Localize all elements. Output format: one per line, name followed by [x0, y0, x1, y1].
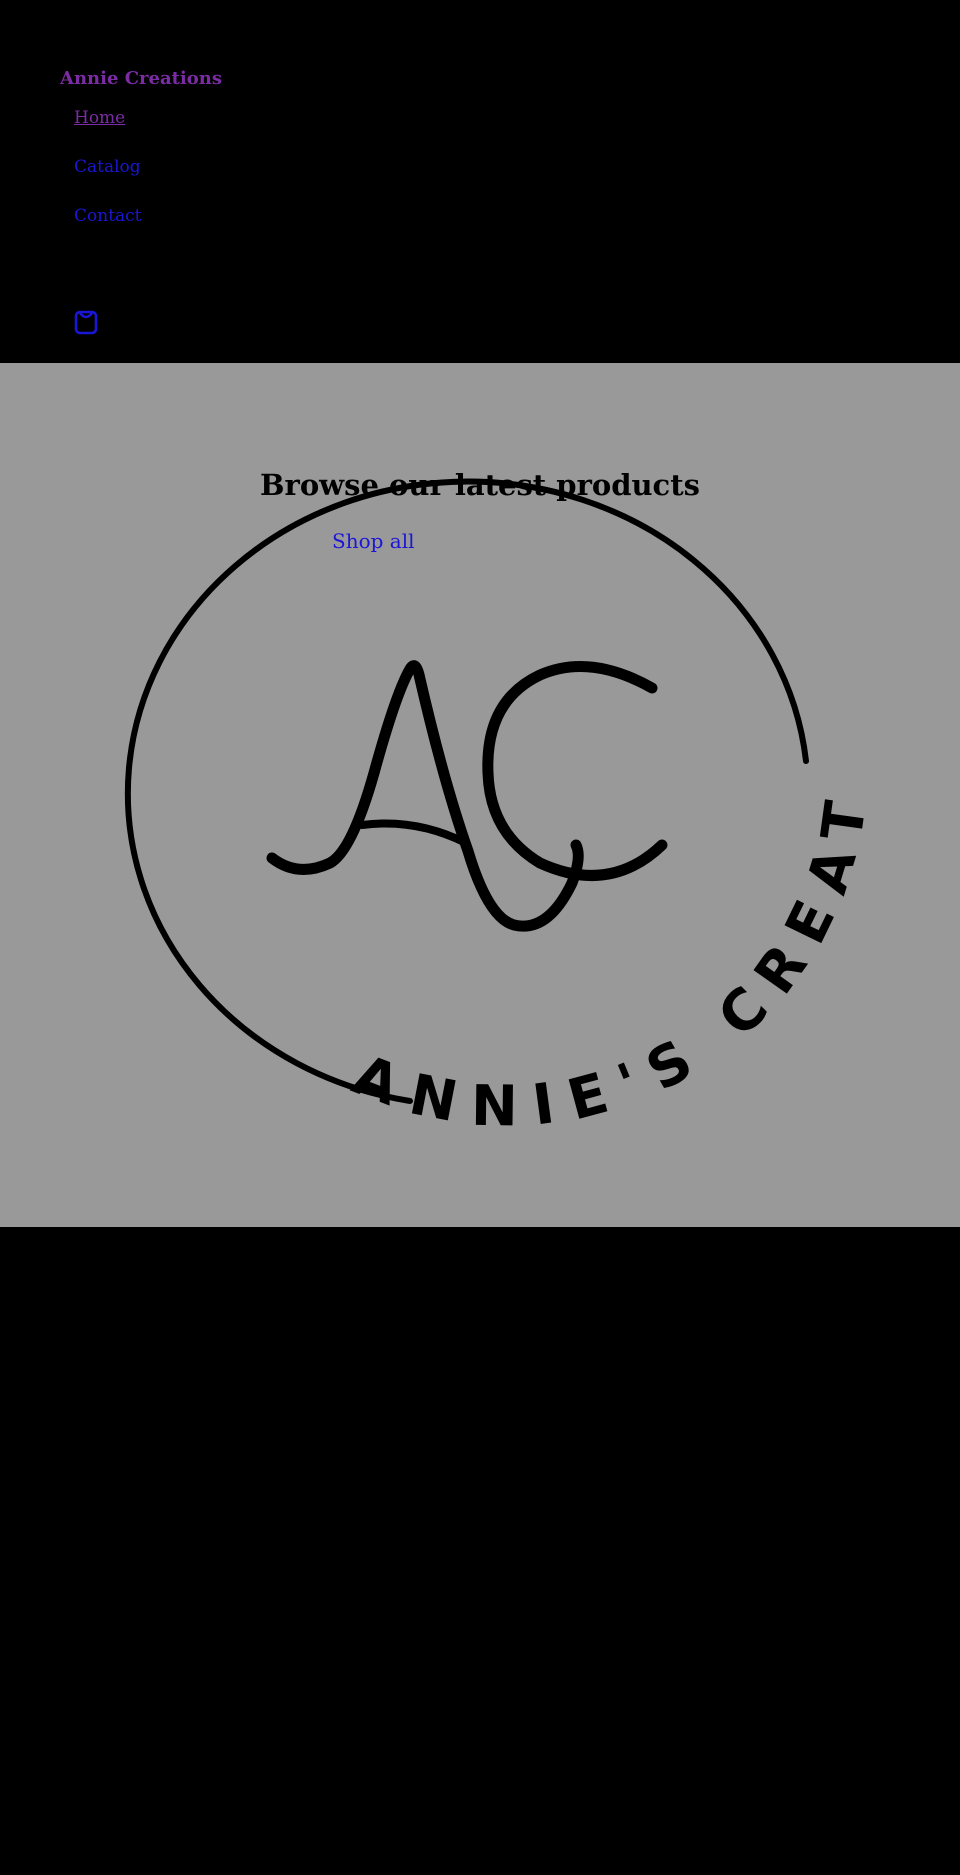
nav-item-home: Home: [74, 108, 142, 157]
nav-link-catalog[interactable]: Catalog: [74, 157, 141, 177]
site-header: Annie Creations Home Catalog Contact: [0, 0, 960, 363]
nav-item-catalog: Catalog: [74, 157, 142, 206]
nav-link-home[interactable]: Home: [74, 108, 125, 128]
logo-monogram-a: [266, 660, 584, 932]
nav-link-contact[interactable]: Contact: [74, 206, 142, 226]
nav-item-contact: Contact: [74, 206, 142, 255]
shop-all-link[interactable]: Shop all: [332, 529, 415, 553]
page-bottom-area: [0, 1227, 960, 1875]
main-nav: Home Catalog Contact: [74, 108, 142, 255]
site-title-link[interactable]: Annie Creations: [60, 68, 222, 89]
hero-banner: ANNIE'S CREATION Browse our latest produ…: [0, 363, 960, 1227]
cart-link[interactable]: [74, 309, 98, 335]
shopping-bag-icon: [74, 310, 98, 335]
logo-monogram-a-crossbar: [358, 819, 470, 847]
hero-heading: Browse our latest products: [260, 468, 700, 502]
